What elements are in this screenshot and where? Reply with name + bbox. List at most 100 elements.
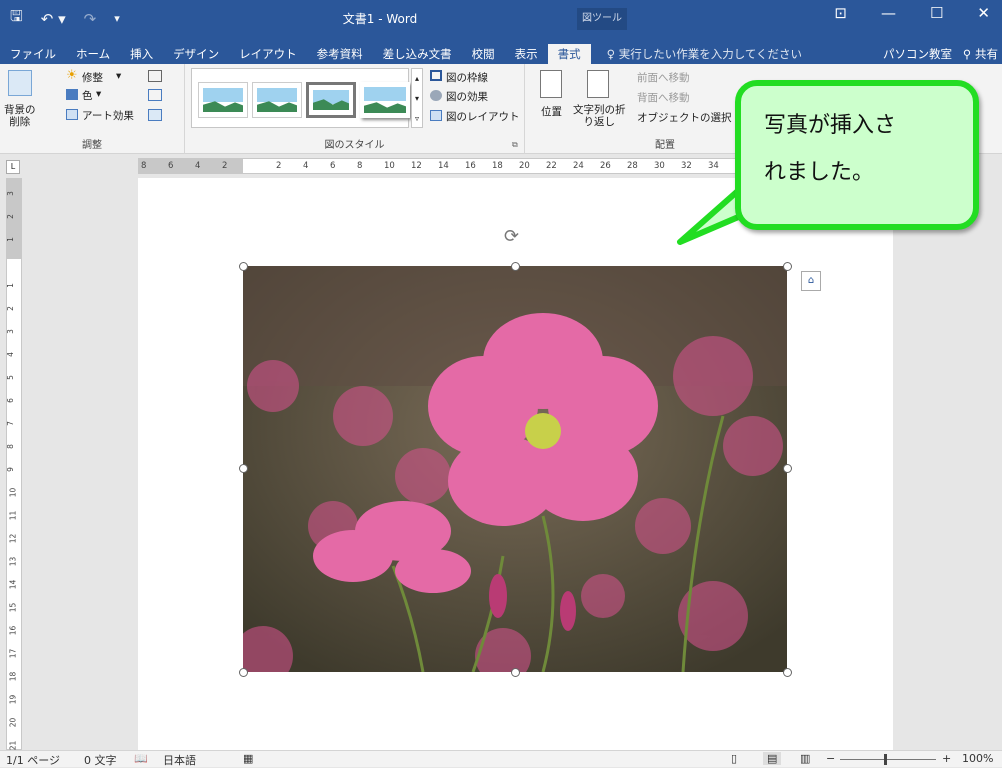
resize-handle[interactable] (511, 668, 520, 677)
callout-text: 写真が挿入さ れました。 (764, 102, 964, 196)
selection-pane-button[interactable]: オブジェクトの選択 (637, 110, 732, 125)
share-button[interactable]: ⚲ 共有 (963, 44, 998, 64)
ruler-tick-label: 2 (5, 214, 15, 219)
color-button[interactable]: 色 (82, 88, 93, 103)
position-icon[interactable] (540, 70, 562, 98)
corrections-icon: ☀ (66, 68, 78, 83)
ruler-tick-label: 6 (168, 161, 174, 171)
macro-icon[interactable]: ▦ (243, 752, 253, 765)
tab-references[interactable]: 参考資料 (307, 44, 373, 64)
tab-insert[interactable]: 挿入 (120, 44, 163, 64)
ribbon-display-icon[interactable]: ⊡ (834, 4, 847, 22)
page-count[interactable]: 1/1 ページ (6, 752, 60, 768)
ruler-tick-label: 28 (627, 161, 638, 171)
ruler-tick-label: 6 (330, 161, 336, 171)
wrap-text-button[interactable]: 文字列の折 り返し (573, 104, 626, 128)
zoom-slider-thumb[interactable] (884, 754, 887, 765)
resize-handle[interactable] (239, 668, 248, 677)
resize-handle[interactable] (239, 464, 248, 473)
close-button[interactable]: ✕ (977, 4, 990, 22)
read-mode-icon[interactable]: ▯ (731, 752, 737, 765)
ruler-tick-label: 2 (276, 161, 282, 171)
ruler-tick-label: 19 (8, 694, 18, 705)
style-thumb[interactable] (360, 82, 410, 118)
tab-selector[interactable]: L (6, 160, 20, 174)
window-controls: ⊡ — ☐ ✕ (834, 4, 1002, 22)
remove-background-button[interactable]: 背景の 削除 (4, 104, 36, 128)
rotate-handle-icon[interactable]: ⟳ (504, 226, 519, 247)
word-count[interactable]: 0 文字 (84, 752, 117, 768)
account-name[interactable]: パソコン教室 (883, 44, 952, 64)
tab-file[interactable]: ファイル (0, 44, 66, 64)
ruler-tick-label: 8 (5, 444, 15, 449)
ruler-tick-label: 24 (573, 161, 584, 171)
inserted-photo[interactable] (243, 266, 787, 672)
resize-handle[interactable] (511, 262, 520, 271)
style-thumb[interactable] (306, 82, 356, 118)
language-indicator[interactable]: 日本語 (163, 752, 196, 768)
gallery-scroll[interactable]: ▴ ▾ ▿ (411, 68, 423, 128)
tab-format[interactable]: 書式 (547, 44, 591, 64)
ruler-tick-label: 10 (384, 161, 395, 171)
style-gallery[interactable] (191, 68, 410, 128)
tab-view[interactable]: 表示 (505, 44, 548, 64)
picture-layout-button[interactable]: 図のレイアウト (446, 109, 520, 124)
group-styles-label: 図のスタイル (324, 140, 385, 151)
tab-layout[interactable]: レイアウト (229, 44, 307, 64)
resize-handle[interactable] (239, 262, 248, 271)
vertical-ruler[interactable]: 3 2 1 1 2 3 4 5 6 7 8 9 10 11 12 13 14 15 16 17 18 19 20 21 (6, 178, 22, 750)
corrections-button[interactable]: 修整 (82, 70, 103, 85)
ruler-tick-label: 14 (438, 161, 449, 171)
print-layout-icon[interactable]: ▤ (763, 752, 782, 765)
group-adjust: 背景の 削除 ☀ 修整 ▾ 色 ▾ アート効果 調整 (0, 64, 185, 154)
tab-review[interactable]: 校閲 (462, 44, 505, 64)
color-dropdown-icon[interactable]: ▾ (96, 88, 101, 100)
tab-design[interactable]: デザイン (163, 44, 229, 64)
tab-mailings[interactable]: 差し込み文書 (373, 44, 462, 64)
picture-border-button[interactable]: 図の枠線 (446, 70, 488, 85)
style-thumb[interactable] (198, 82, 248, 118)
share-label: 共有 (975, 47, 998, 61)
zoom-slider[interactable] (840, 759, 936, 760)
dialog-launcher-icon[interactable]: ⧉ (512, 140, 518, 150)
resize-handle[interactable] (783, 262, 792, 271)
position-button[interactable]: 位置 (541, 104, 562, 119)
zoom-in-button[interactable]: + (942, 752, 951, 765)
maximize-button[interactable]: ☐ (930, 4, 943, 22)
compress-icon[interactable] (148, 70, 162, 82)
ruler-tick-label: 4 (303, 161, 309, 171)
layout-options-icon[interactable]: ⌂ (801, 271, 821, 291)
zoom-level[interactable]: 100% (962, 752, 993, 765)
remove-background-icon[interactable] (8, 70, 32, 96)
tab-home[interactable]: ホーム (66, 44, 120, 64)
ruler-tick-label: 10 (8, 487, 18, 498)
corrections-dropdown-icon[interactable]: ▾ (116, 70, 121, 82)
picture-effects-icon (430, 90, 442, 101)
proofing-icon[interactable]: 📖 (134, 752, 148, 765)
ruler-tick-label: 3 (5, 329, 15, 334)
resize-handle[interactable] (783, 464, 792, 473)
bring-forward-button[interactable]: 前面へ移動 (637, 70, 690, 85)
send-backward-button[interactable]: 背面へ移動 (637, 90, 690, 105)
artistic-effects-button[interactable]: アート効果 (82, 108, 134, 123)
tell-me-search[interactable]: ♀ 実行したい作業を入力してください (597, 44, 812, 64)
ruler-tick-label: 5 (5, 375, 15, 380)
status-bar: 1/1 ページ 0 文字 📖 日本語 ▦ ▯ ▤ ▥ − + 100% (0, 750, 1002, 767)
zoom-out-button[interactable]: − (826, 752, 835, 765)
ruler-tick-label: 18 (8, 671, 18, 682)
picture-effects-button[interactable]: 図の効果 (446, 89, 488, 104)
wrap-text-icon[interactable] (587, 70, 609, 98)
web-layout-icon[interactable]: ▥ (800, 752, 810, 765)
resize-handle[interactable] (783, 668, 792, 677)
ruler-tick-label: 12 (411, 161, 422, 171)
reset-picture-icon[interactable] (148, 109, 162, 121)
minimize-button[interactable]: — (881, 4, 896, 22)
ruler-tick-label: 26 (600, 161, 611, 171)
ruler-tick-label: 8 (141, 161, 147, 171)
change-picture-icon[interactable] (148, 89, 162, 101)
ruler-tick-label: 15 (8, 602, 18, 613)
style-thumb[interactable] (252, 82, 302, 118)
vertical-scrollbar[interactable] (990, 154, 1002, 750)
picture-tools-label: 図ツール (577, 8, 627, 30)
ruler-tick-label: 2 (5, 306, 15, 311)
